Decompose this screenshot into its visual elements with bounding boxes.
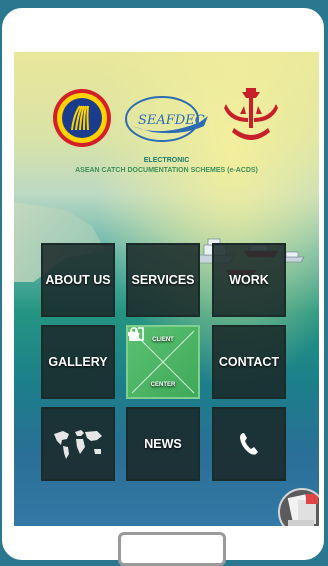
client-center-button[interactable]: CLIENT CENTER <box>126 325 200 399</box>
gallery-button[interactable]: GALLERY <box>41 325 115 399</box>
heading-line2: ASEAN CATCH DOCUMENTATION SCHEMES (e-ACD… <box>75 167 258 174</box>
services-label: SERVICES <box>131 273 195 287</box>
services-button[interactable]: SERVICES <box>126 243 200 317</box>
center-label: CENTER <box>150 382 176 388</box>
news-button[interactable]: NEWS <box>126 407 200 481</box>
partner-logos: SEAFDEC <box>14 82 319 162</box>
asean-logo <box>53 89 111 147</box>
phone-frame: SEAFDEC ELECTRONIC ASEAN CATCH DOCUMENTA… <box>0 6 326 566</box>
about-us-button[interactable]: ABOUT US <box>41 243 115 317</box>
home-button[interactable] <box>118 532 226 566</box>
documents-icon <box>287 494 318 526</box>
seafdec-logo: SEAFDEC <box>125 96 208 142</box>
gallery-label: GALLERY <box>48 355 108 369</box>
world-map-icon <box>54 430 102 459</box>
lock-icon <box>129 327 139 341</box>
documents-badge[interactable] <box>278 488 319 526</box>
phone-call-button[interactable] <box>212 407 286 481</box>
brunei-crest <box>224 88 278 140</box>
world-map-button[interactable] <box>41 407 115 481</box>
work-label: WORK <box>229 273 269 287</box>
contact-label: CONTACT <box>218 355 280 369</box>
phone-icon <box>240 433 258 455</box>
news-label: NEWS <box>144 437 182 451</box>
work-button[interactable]: WORK <box>212 243 286 317</box>
heading-line1: ELECTRONIC <box>143 157 190 164</box>
seafdec-logo-text: SEAFDEC <box>138 113 205 128</box>
app-heading: ELECTRONIC ASEAN CATCH DOCUMENTATION SCH… <box>14 156 319 176</box>
contact-button[interactable]: CONTACT <box>212 325 286 399</box>
about-us-label: ABOUT US <box>45 273 111 287</box>
app-screen: SEAFDEC ELECTRONIC ASEAN CATCH DOCUMENTA… <box>14 52 319 526</box>
